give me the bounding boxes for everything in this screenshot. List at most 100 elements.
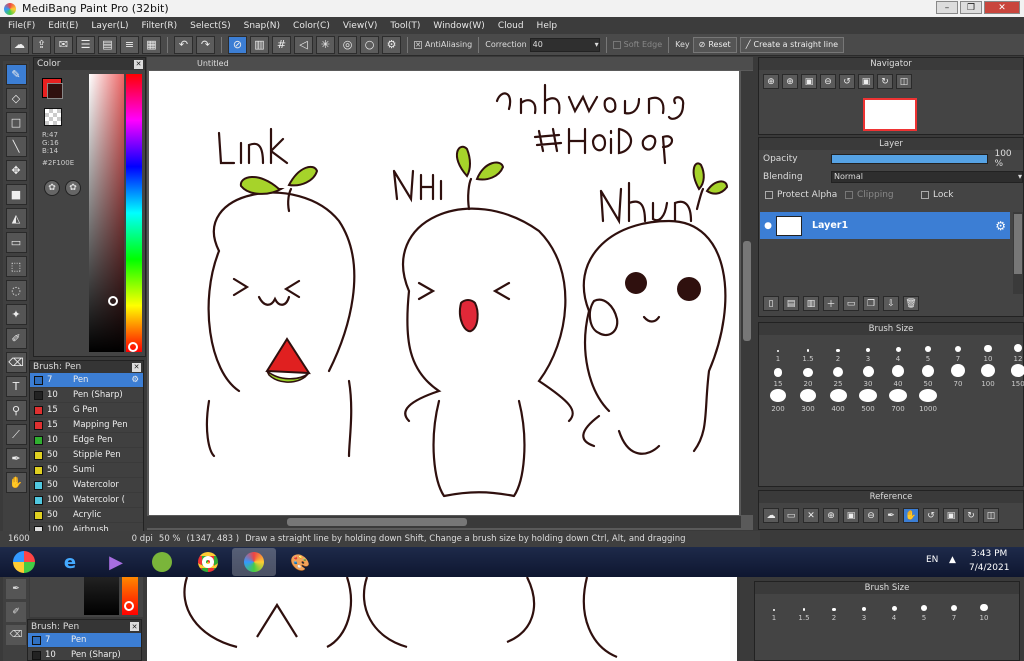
brush-size-cell[interactable]: 5: [913, 339, 943, 364]
menu-select[interactable]: Select(S): [190, 21, 231, 31]
brush-size-cell[interactable]: 1000: [913, 389, 943, 414]
protect-alpha-checkbox[interactable]: [765, 191, 773, 199]
close-icon[interactable]: ✕: [130, 622, 139, 631]
visibility-icon[interactable]: ●: [760, 221, 776, 231]
clock-date[interactable]: 7/4/2021: [969, 563, 1009, 573]
select-pen-tool-icon[interactable]: ✐: [6, 602, 26, 622]
folder-icon[interactable]: ▭: [843, 296, 859, 311]
lock-checkbox[interactable]: [921, 191, 929, 199]
menu-layer[interactable]: Layer(L): [91, 21, 128, 31]
minimize-button[interactable]: –: [936, 1, 958, 14]
rectangle-tool-icon[interactable]: □: [5, 112, 27, 133]
close-reference-icon[interactable]: ✕: [803, 508, 819, 523]
canvas-horizontal-scrollbar[interactable]: [147, 516, 741, 528]
rotate-left-icon[interactable]: ↺: [923, 508, 939, 523]
zoom-out-icon[interactable]: ⊖: [820, 74, 836, 89]
clock-time[interactable]: 3:43 PM: [971, 549, 1007, 559]
select-eraser-tool-icon[interactable]: ⌫: [5, 352, 27, 373]
zoom-in-2-icon[interactable]: ⊕: [782, 74, 798, 89]
brush-size-cell[interactable]: 70: [943, 364, 973, 389]
brush-item[interactable]: 50 Watercolor: [30, 478, 143, 493]
antialiasing-checkbox[interactable]: ✕: [414, 40, 422, 49]
operation-tool-icon[interactable]: ⚲: [5, 400, 27, 421]
brush-size-cell[interactable]: 4: [879, 598, 909, 623]
brush-tool-icon[interactable]: ✎: [5, 64, 27, 85]
menu-color[interactable]: Color(C): [293, 21, 330, 31]
bucket-tool-icon[interactable]: ◭: [5, 208, 27, 229]
brush-size-cell[interactable]: 300: [793, 389, 823, 414]
eyedropper-tool-icon[interactable]: ✒: [5, 448, 27, 469]
grid-tool-icon[interactable]: ▦: [142, 35, 161, 54]
soft-edge-checkbox[interactable]: [612, 40, 621, 49]
transparent-swatch[interactable]: [44, 108, 62, 126]
brush-size-cell[interactable]: 12: [1003, 339, 1024, 364]
language-indicator[interactable]: EN: [926, 555, 938, 565]
maximize-button[interactable]: ❐: [960, 1, 982, 14]
fit-icon[interactable]: ▣: [801, 74, 817, 89]
brush-size-cell[interactable]: 1: [759, 598, 789, 623]
add-layer-menu-icon[interactable]: ＋: [823, 296, 839, 311]
medibang-taskbar-icon[interactable]: [232, 548, 276, 576]
undo-icon[interactable]: ↶: [174, 35, 193, 54]
brush-item[interactable]: 50 Sumi: [30, 463, 143, 478]
reset-view-icon[interactable]: ▣: [858, 74, 874, 89]
close-icon[interactable]: ✕: [134, 59, 143, 69]
navigator-thumbnail[interactable]: [863, 98, 917, 131]
fit-icon[interactable]: ▣: [843, 508, 859, 523]
hue-cursor[interactable]: [128, 342, 138, 352]
dropper-tool-icon[interactable]: ⟋: [5, 424, 27, 445]
brush-size-cell[interactable]: 150: [1003, 364, 1024, 389]
paint-icon[interactable]: 🎨: [278, 548, 322, 576]
brush-item[interactable]: 15 G Pen: [30, 403, 143, 418]
rotate-left-icon[interactable]: ↺: [839, 74, 855, 89]
brush-size-cell[interactable]: 2: [819, 598, 849, 623]
layer-scrollbar[interactable]: [1013, 212, 1023, 294]
brush-item[interactable]: 100 Watercolor (: [30, 493, 143, 508]
brush-size-cell[interactable]: 15: [763, 364, 793, 389]
lasso-tool-icon[interactable]: ◌: [5, 280, 27, 301]
brush-size-cell[interactable]: 3: [849, 598, 879, 623]
brush-size-cell[interactable]: 1: [763, 339, 793, 364]
grid-snap-icon[interactable]: #: [272, 35, 291, 54]
select-pen-tool-icon[interactable]: ✐: [5, 328, 27, 349]
palette-add-icon[interactable]: ✿: [44, 180, 60, 196]
brush-size-cell[interactable]: 20: [793, 364, 823, 389]
canvas-vertical-scrollbar[interactable]: [741, 71, 753, 515]
select-eraser-tool-icon[interactable]: ⌫: [6, 625, 26, 645]
line-tool-icon[interactable]: ╲: [5, 136, 27, 157]
brush-size-cell[interactable]: 10: [973, 339, 1003, 364]
menu-help[interactable]: Help: [537, 21, 558, 31]
opacity-slider[interactable]: [830, 154, 989, 164]
brush-item[interactable]: 50 Stipple Pen: [30, 448, 143, 463]
brush-size-cell[interactable]: 7: [943, 339, 973, 364]
menu-view[interactable]: View(V): [343, 21, 378, 31]
saturation-value-field[interactable]: [89, 74, 124, 352]
zoom-in-icon[interactable]: ⊕: [823, 508, 839, 523]
radial-snap-icon[interactable]: ✳: [316, 35, 335, 54]
magic-wand-tool-icon[interactable]: ✦: [5, 304, 27, 325]
brush-size-cell[interactable]: 40: [883, 364, 913, 389]
reset-view-icon[interactable]: ▣: [943, 508, 959, 523]
chat-icon[interactable]: ☰: [76, 35, 95, 54]
brush-size-cell[interactable]: 3: [853, 339, 883, 364]
create-straight-line-button[interactable]: ╱ Create a straight line: [739, 36, 845, 53]
brush-settings-icon[interactable]: ⚙: [131, 375, 139, 385]
menu-cloud[interactable]: Cloud: [498, 21, 524, 31]
start-button-icon[interactable]: [2, 548, 46, 576]
text-tool-icon[interactable]: T: [5, 376, 27, 397]
menu-window[interactable]: Window(W): [433, 21, 484, 31]
dropper-icon[interactable]: ✒: [883, 508, 899, 523]
menu-tool[interactable]: Tool(T): [390, 21, 420, 31]
list-icon[interactable]: ≡: [120, 35, 139, 54]
list-item[interactable]: 10 Pen (Sharp): [28, 648, 141, 661]
brush-item[interactable]: 50 Acrylic: [30, 508, 143, 523]
select-tool-icon[interactable]: ⬚: [5, 256, 27, 277]
color-cursor[interactable]: [108, 296, 118, 306]
antialiasing-toggle[interactable]: ✕ AntiAliasing: [414, 40, 472, 49]
brush-size-cell[interactable]: 200: [763, 389, 793, 414]
merge-layer-icon[interactable]: ⇩: [883, 296, 899, 311]
brush-item[interactable]: 10 Pen (Sharp): [30, 388, 143, 403]
menu-edit[interactable]: Edit(E): [48, 21, 78, 31]
brush-size-cell[interactable]: 25: [823, 364, 853, 389]
reset-button[interactable]: ⊘ Reset: [692, 36, 737, 53]
